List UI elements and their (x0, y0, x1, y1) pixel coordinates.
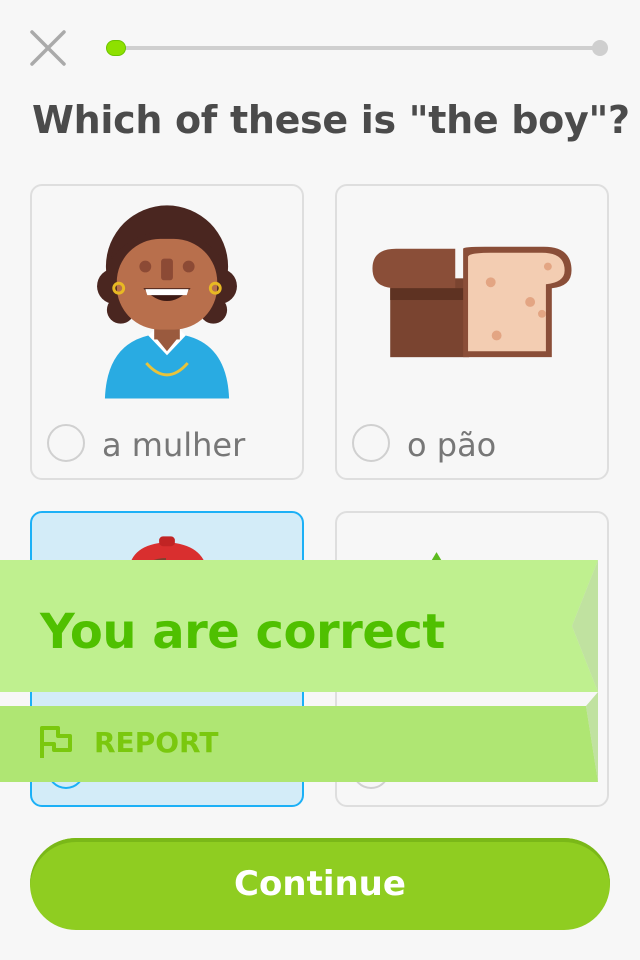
option-card-woman[interactable]: a mulher (30, 184, 304, 480)
feedback-title: You are correct (40, 604, 445, 660)
progress-bar (106, 40, 608, 56)
progress-fill (106, 40, 127, 56)
close-button[interactable] (28, 28, 68, 68)
progress-track-line (114, 46, 600, 50)
close-icon (30, 30, 66, 66)
woman-illustration (97, 205, 237, 399)
option-label: o pão (407, 426, 497, 464)
continue-button[interactable]: Continue (30, 838, 610, 930)
continue-label: Continue (234, 864, 406, 904)
flag-icon (40, 726, 72, 758)
progress-end-dot (592, 40, 608, 56)
option-radio[interactable] (352, 424, 390, 462)
feedback-banner (0, 560, 600, 782)
option-radio[interactable] (47, 424, 85, 462)
option-label: a mulher (102, 426, 246, 464)
option-card-bread[interactable]: o pão (335, 184, 609, 480)
report-label: REPORT (94, 726, 219, 759)
ribbon-shape (0, 560, 598, 782)
bread-illustration (372, 246, 572, 358)
question-prompt: Which of these is "the boy"? (32, 98, 630, 142)
